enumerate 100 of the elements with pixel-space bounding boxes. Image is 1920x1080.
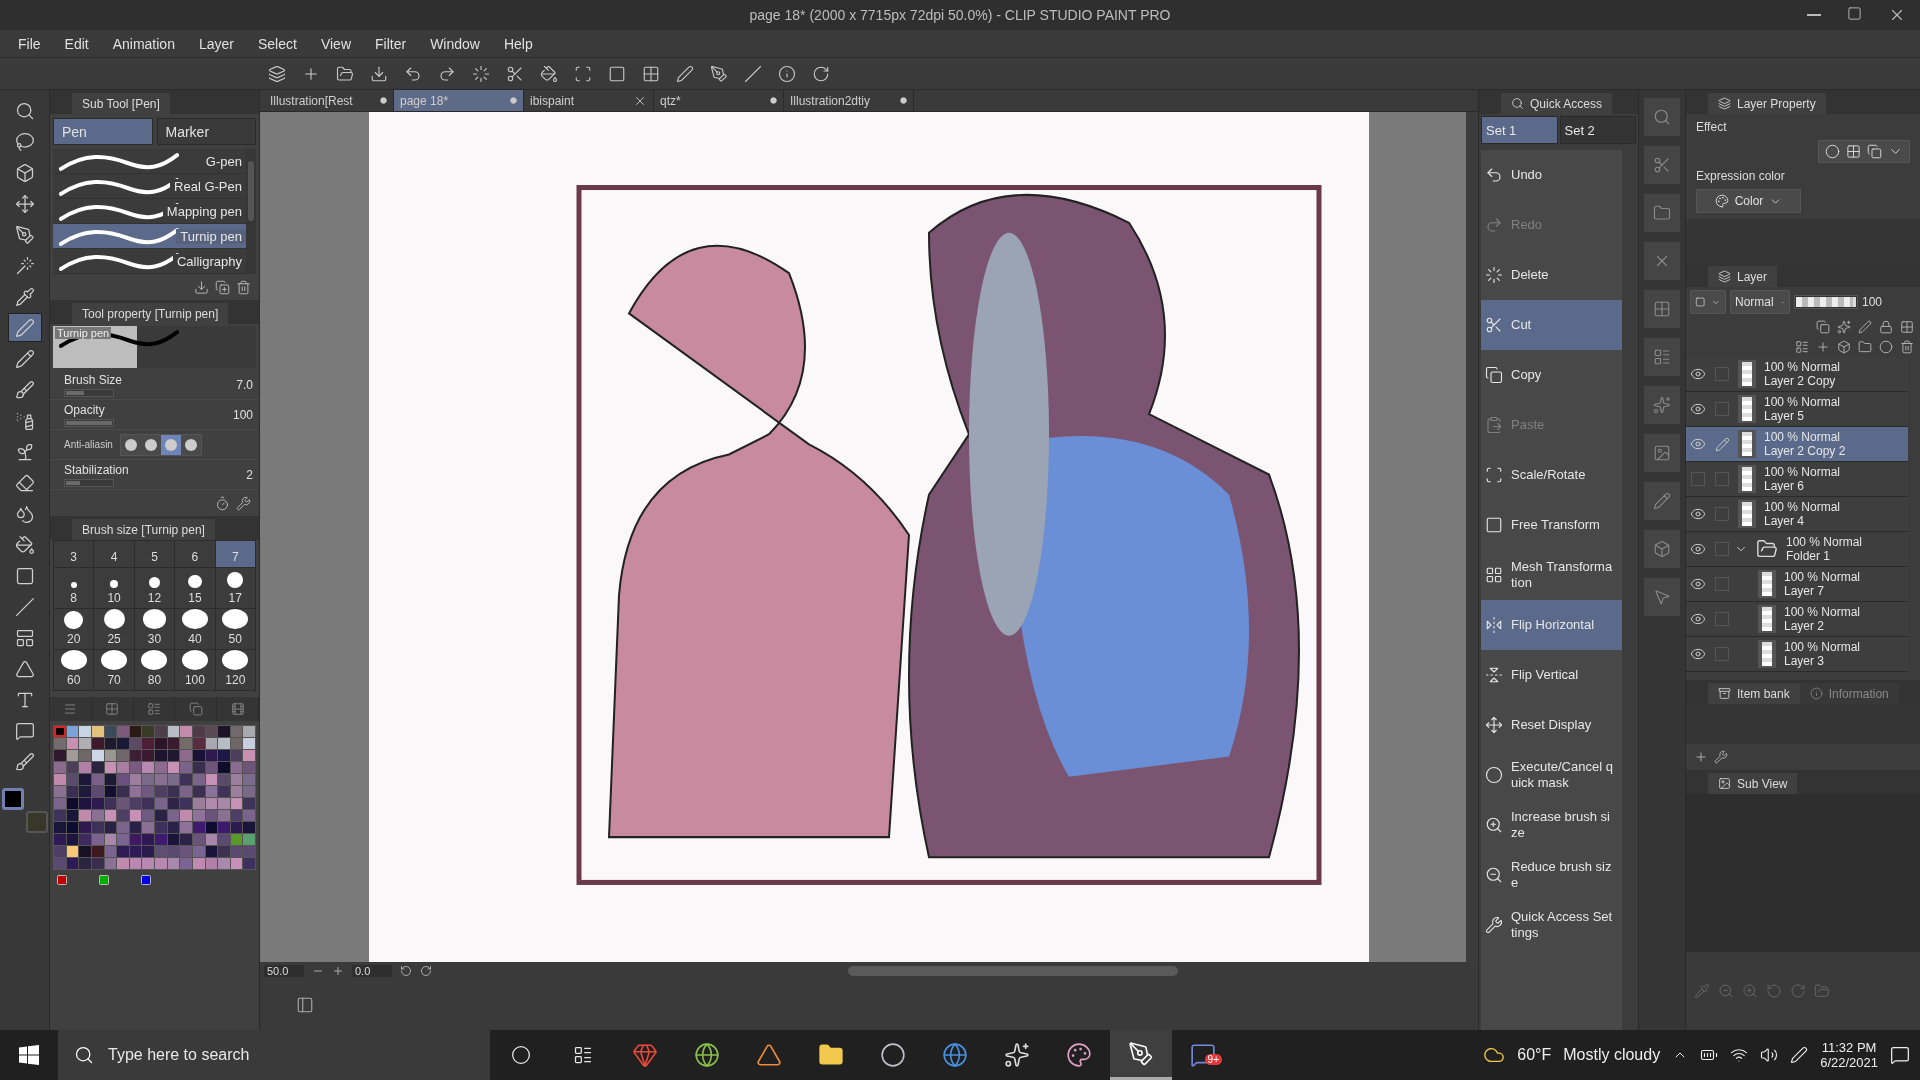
layer-mode: 100 % Normal (1764, 394, 1841, 409)
quick-access-item[interactable]: Mesh Transformation (1481, 550, 1622, 600)
layer-mode: 100 % Normal (1786, 534, 1863, 549)
brush-size-option[interactable]: 30 (134, 609, 175, 649)
menu-item[interactable]: Help (491, 35, 545, 52)
layer-name: Layer 7 (1784, 584, 1826, 599)
layer-mode: 100 % Normal (1764, 429, 1842, 444)
menu-item[interactable]: Animation (100, 35, 187, 52)
set-tab[interactable]: Set 1 (1481, 116, 1558, 144)
brush-size-option[interactable]: 5 (134, 541, 175, 567)
panel-tab[interactable]: Brush size [Turnip pen] (72, 519, 215, 540)
clock-time[interactable]: 11:32 PM (1821, 1040, 1877, 1055)
sub-tool-item[interactable]: Turnip pen (53, 224, 246, 249)
layer-mode: 100 % Normal (1784, 639, 1861, 654)
quick-access-item[interactable]: Execute/Cancel quick mask (1481, 750, 1622, 800)
zoom-field[interactable]: 50.0 (264, 965, 304, 977)
quick-access-item[interactable]: Scale/Rotate (1481, 450, 1622, 500)
weather-conditions[interactable]: Mostly cloudy (1563, 1046, 1661, 1064)
brush-size-option[interactable]: 10 (94, 568, 134, 608)
brush-size-option[interactable]: 60 (54, 650, 94, 690)
property-value[interactable]: 100 (232, 407, 253, 422)
property-value[interactable]: 2 (246, 467, 253, 482)
menu-item[interactable]: File (6, 35, 53, 52)
menu-item[interactable]: Layer (186, 35, 246, 52)
layer-row[interactable]: 100 % Normal Folder 1 (1686, 532, 1908, 567)
angle-field[interactable]: 0.0 (352, 965, 392, 977)
quick-access-item[interactable]: Undo (1481, 150, 1622, 200)
layer-name: Layer 3 (1784, 654, 1826, 669)
menu-item[interactable]: Edit (52, 35, 101, 52)
sub-tool-item[interactable]: Mapping pen (53, 199, 246, 224)
panel-tab[interactable]: Sub View (1708, 773, 1798, 794)
layer-row[interactable]: 100 % Normal Layer 4 (1686, 497, 1908, 532)
notification-badge: 9+ (1204, 1054, 1222, 1065)
layer-row[interactable]: 100 % Normal Layer 6 (1686, 462, 1908, 497)
layer-row[interactable]: 100 % Normal Layer 7 (1686, 567, 1908, 602)
document-tab[interactable]: page 18* (394, 90, 524, 111)
quick-access-item[interactable]: Reduce brush size (1481, 850, 1622, 900)
property-label: Brush Size (64, 372, 124, 387)
layer-name: Layer 5 (1764, 409, 1806, 424)
quick-access-item[interactable]: Copy (1481, 350, 1622, 400)
sub-tool-item[interactable]: Calligraphy (53, 249, 246, 274)
panel-tab[interactable]: Tool property [Turnip pen] (72, 303, 229, 324)
quick-access-item[interactable]: Increase brush size (1481, 800, 1622, 850)
temperature[interactable]: 60°F (1517, 1046, 1552, 1064)
sub-tool-item[interactable]: Real G-Pen (53, 174, 246, 199)
brush-size-option[interactable]: 12 (134, 568, 175, 608)
brush-size-option[interactable]: 80 (134, 650, 175, 690)
layer-name: Layer 2 Copy (1764, 374, 1837, 389)
quick-access-item[interactable]: Cut (1481, 300, 1622, 350)
brush-name-label: Turnip pen (55, 327, 112, 339)
layer-row[interactable]: 100 % Normal Layer 2 Copy (1686, 357, 1908, 392)
menu-item[interactable]: Filter (363, 35, 419, 52)
sub-tool-group-tab[interactable]: Pen (53, 118, 153, 145)
brush-size-option[interactable]: 17 (215, 568, 255, 608)
brush-size-option[interactable]: 8 (54, 568, 94, 608)
expression-color-dropdown[interactable]: Color (1696, 189, 1801, 213)
property-value[interactable]: 7.0 (236, 377, 253, 392)
quick-access-item[interactable]: Quick Access Settings (1481, 900, 1622, 950)
brush-size-option[interactable]: 20 (54, 609, 94, 649)
quick-access-item[interactable]: Flip Horizontal (1481, 600, 1622, 650)
menu-item[interactable]: Window (418, 35, 492, 52)
brush-size-option[interactable]: 120 (215, 650, 255, 690)
panel-tab[interactable]: Layer (1708, 266, 1778, 287)
layer-row[interactable]: 100 % Normal Layer 3 (1686, 637, 1908, 672)
taskbar-app[interactable]: 9+ (1172, 1030, 1234, 1080)
brush-size-option[interactable]: 6 (175, 541, 215, 567)
quick-access-item[interactable]: Flip Vertical (1481, 650, 1622, 700)
layer-row[interactable]: 100 % Normal Layer 2 (1686, 602, 1908, 637)
layer-name: Layer 2 Copy 2 (1764, 444, 1846, 459)
panel-tab[interactable]: Item bank (1708, 683, 1800, 704)
panel-tab[interactable]: Sub Tool [Pen] (72, 93, 170, 114)
sub-tool-group-tab[interactable]: Marker (156, 118, 256, 145)
layer-mode: 100 % Normal (1784, 569, 1861, 584)
quick-access-item[interactable]: Reset Display (1481, 700, 1622, 750)
menu-item[interactable]: Select (246, 35, 309, 52)
brush-size-option[interactable]: 50 (215, 609, 255, 649)
search-field[interactable]: Type here to search (58, 1030, 490, 1080)
quick-access-item[interactable]: Delete (1481, 250, 1622, 300)
opacity-value[interactable]: 100 (1862, 295, 1883, 309)
section-label: Effect (1696, 120, 1728, 134)
panel-tab[interactable]: Layer Property (1708, 93, 1826, 114)
brush-size-option[interactable]: 4 (94, 541, 134, 567)
brush-size-option[interactable]: 25 (94, 609, 134, 649)
panel-tab[interactable]: Quick Access (1501, 93, 1613, 114)
brush-size-option[interactable]: 70 (94, 650, 134, 690)
quick-access-item[interactable]: Free Transform (1481, 500, 1622, 550)
layer-row[interactable]: 100 % Normal Layer 5 (1686, 392, 1908, 427)
brush-size-option[interactable]: 3 (54, 541, 94, 567)
blend-mode-dropdown[interactable]: Normal (1730, 290, 1790, 314)
brush-size-option[interactable]: 15 (175, 568, 215, 608)
brush-size-option[interactable]: 40 (175, 609, 215, 649)
set-tab[interactable]: Set 2 (1559, 116, 1636, 144)
menu-item[interactable]: View (308, 35, 363, 52)
sub-tool-item[interactable]: G-pen (53, 149, 246, 174)
layer-mode: 100 % Normal (1784, 604, 1861, 619)
layer-row[interactable]: 100 % Normal Layer 2 Copy 2 (1686, 427, 1908, 462)
brush-size-option[interactable]: 7 (215, 541, 255, 567)
clock-date[interactable]: 6/22/2021 (1820, 1055, 1878, 1070)
brush-size-option[interactable]: 100 (175, 650, 215, 690)
layer-mode: 100 % Normal (1764, 359, 1841, 374)
